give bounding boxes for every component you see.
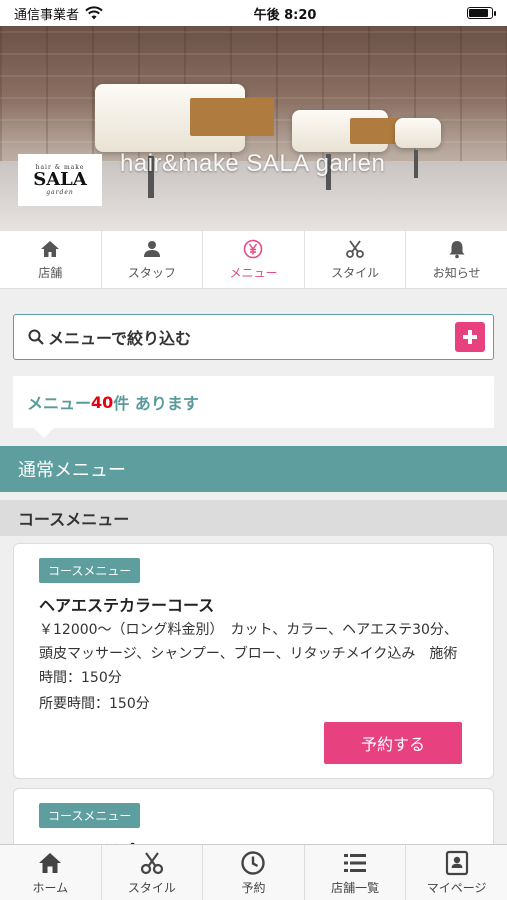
category-tag: コースメニュー xyxy=(39,558,141,583)
battery-icon xyxy=(466,7,496,19)
count-prefix: メニュー xyxy=(27,394,92,413)
filter-label: メニューで絞り込む xyxy=(48,329,192,348)
nav-label: ホーム xyxy=(32,880,69,895)
reserve-button[interactable]: 予約する xyxy=(324,722,462,764)
expand-filter-button[interactable] xyxy=(455,322,485,352)
salon-title: hair&make SALA garlen xyxy=(120,150,386,177)
scissors-icon xyxy=(346,239,364,258)
category-tag: コースメニュー xyxy=(39,803,141,828)
salon-logo: hair & make SALA garden xyxy=(18,154,102,206)
tab-label: スタッフ xyxy=(127,265,176,280)
person-icon xyxy=(143,240,160,257)
logo-main: SALA xyxy=(33,169,87,190)
home-icon xyxy=(39,852,62,873)
section-header: 通常メニュー xyxy=(0,446,507,492)
search-icon xyxy=(28,329,44,345)
logo-script: garden xyxy=(46,189,74,196)
scissors-icon xyxy=(140,851,163,874)
nav-mypage[interactable]: マイページ xyxy=(406,845,507,900)
tab-menu[interactable]: メニュー xyxy=(203,231,305,288)
nav-label: スタイル xyxy=(127,880,176,895)
section-title: 通常メニュー xyxy=(18,460,126,481)
menu-duration: 所要時間：150分 xyxy=(39,696,150,712)
nav-reservation[interactable]: 予約 xyxy=(203,845,305,900)
nav-store-list[interactable]: 店舗一覧 xyxy=(305,845,407,900)
wifi-icon xyxy=(85,6,103,20)
carrier-label: 通信事業者 xyxy=(14,7,80,23)
subsection-title: コースメニュー xyxy=(18,510,130,529)
menu-count: メニュー 40 件 あります xyxy=(13,376,494,428)
nav-home[interactable]: ホーム xyxy=(0,845,102,900)
count-suffix: 件 あります xyxy=(113,394,199,413)
clock-icon xyxy=(241,850,266,875)
tab-store[interactable]: 店舗 xyxy=(0,231,102,288)
menu-description: ￥12000～（ロング料金別） カット、カラー、ヘアエステ30分、頭皮マッサージ… xyxy=(39,622,458,686)
bottom-nav: ホーム スタイル 予約 店舗一覧 マイページ xyxy=(0,844,507,900)
tab-bar: 店舗 スタッフ メニュー スタイル お知らせ xyxy=(0,231,507,289)
home-icon xyxy=(41,240,60,257)
count-number: 40 xyxy=(91,392,114,412)
menu-title: ヘアエステカラーコース xyxy=(39,596,215,615)
clock: 午後 8:20 xyxy=(253,7,317,23)
list-icon xyxy=(344,853,367,872)
tab-style[interactable]: スタイル xyxy=(305,231,407,288)
tab-label: お知らせ xyxy=(432,265,481,280)
yen-icon xyxy=(244,239,263,258)
hero-banner: hair & make SALA garden hair&make SALA g… xyxy=(0,26,507,231)
nav-label: 予約 xyxy=(241,880,266,895)
nav-label: 店舗一覧 xyxy=(331,880,380,895)
nav-style[interactable]: スタイル xyxy=(102,845,204,900)
plus-icon xyxy=(463,330,477,344)
id-card-icon xyxy=(445,850,468,875)
subsection-header: コースメニュー xyxy=(0,500,507,536)
tab-label: 店舗 xyxy=(38,265,63,280)
tab-news[interactable]: お知らせ xyxy=(406,231,507,288)
nav-label: マイページ xyxy=(426,880,487,895)
tab-label: スタイル xyxy=(331,265,380,280)
tab-label: メニュー xyxy=(229,265,278,280)
menu-filter-bar[interactable]: メニューで絞り込む xyxy=(13,314,494,360)
tab-staff[interactable]: スタッフ xyxy=(102,231,204,288)
menu-card[interactable]: コースメニュー ヘアエステカラーコース ￥12000～（ロング料金別） カット、… xyxy=(13,543,494,779)
status-bar: 通信事業者 午後 8:20 xyxy=(0,0,507,26)
speech-pointer xyxy=(34,428,54,438)
bell-icon xyxy=(449,240,465,258)
